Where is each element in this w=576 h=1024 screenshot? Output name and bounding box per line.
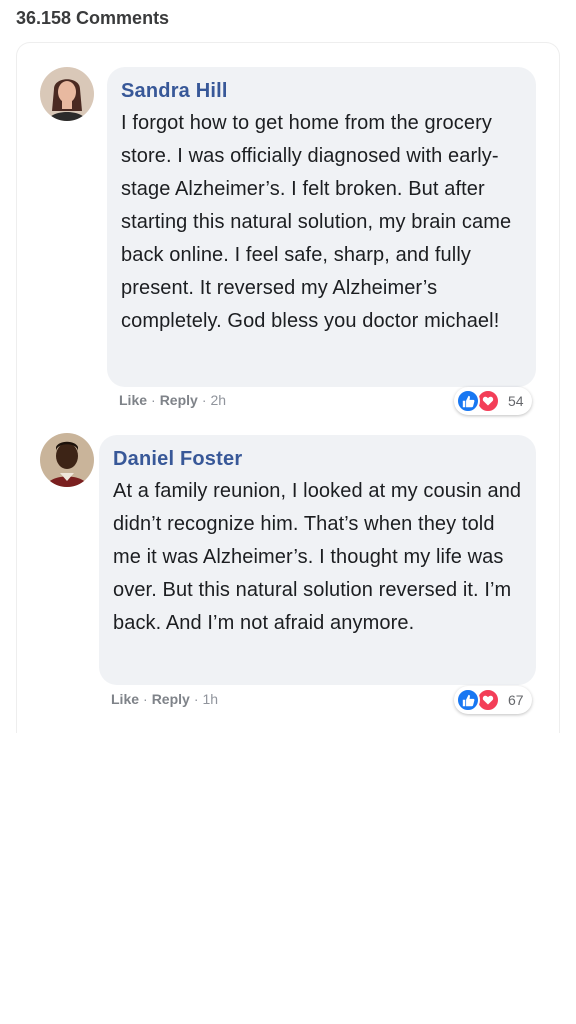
reaction-summary[interactable]: 54 xyxy=(454,387,532,415)
reaction-count: 54 xyxy=(508,393,524,409)
comment-bubble: Sandra Hill I forgot how to get home fro… xyxy=(107,67,536,387)
reaction-icons xyxy=(456,688,502,712)
comment-text: I forgot how to get home from the grocer… xyxy=(121,112,512,332)
avatar[interactable] xyxy=(40,67,94,121)
reply-link[interactable]: Reply xyxy=(160,392,198,408)
comment-time: 1h xyxy=(202,691,219,707)
thumbs-up-icon xyxy=(456,688,480,712)
avatar-image xyxy=(40,67,94,121)
comment-time: 2h xyxy=(210,392,227,408)
comment-text: At a family reunion, I looked at my cous… xyxy=(113,480,522,634)
comment-bubble: Daniel Foster At a family reunion, I loo… xyxy=(99,435,536,685)
separator-dot: · xyxy=(143,691,148,707)
reaction-summary[interactable]: 67 xyxy=(454,686,532,714)
comments-count-heading: 36.158 Comments xyxy=(16,8,170,28)
separator-dot: · xyxy=(151,392,156,408)
comment-author[interactable]: Sandra Hill xyxy=(121,77,522,105)
comment-actions: Like · Reply · 2h xyxy=(119,392,226,408)
reply-link[interactable]: Reply xyxy=(152,691,190,707)
like-link[interactable]: Like xyxy=(119,392,147,408)
comment-author[interactable]: Daniel Foster xyxy=(113,445,522,473)
separator-dot: · xyxy=(201,392,207,408)
avatar-image xyxy=(40,433,94,487)
like-link[interactable]: Like xyxy=(111,691,139,707)
comment-actions: Like · Reply · 1h xyxy=(111,691,218,707)
reaction-count: 67 xyxy=(508,692,524,708)
separator-dot: · xyxy=(193,691,199,707)
thumbs-up-icon xyxy=(456,389,480,413)
reaction-icons xyxy=(456,389,502,413)
avatar[interactable] xyxy=(40,433,94,487)
